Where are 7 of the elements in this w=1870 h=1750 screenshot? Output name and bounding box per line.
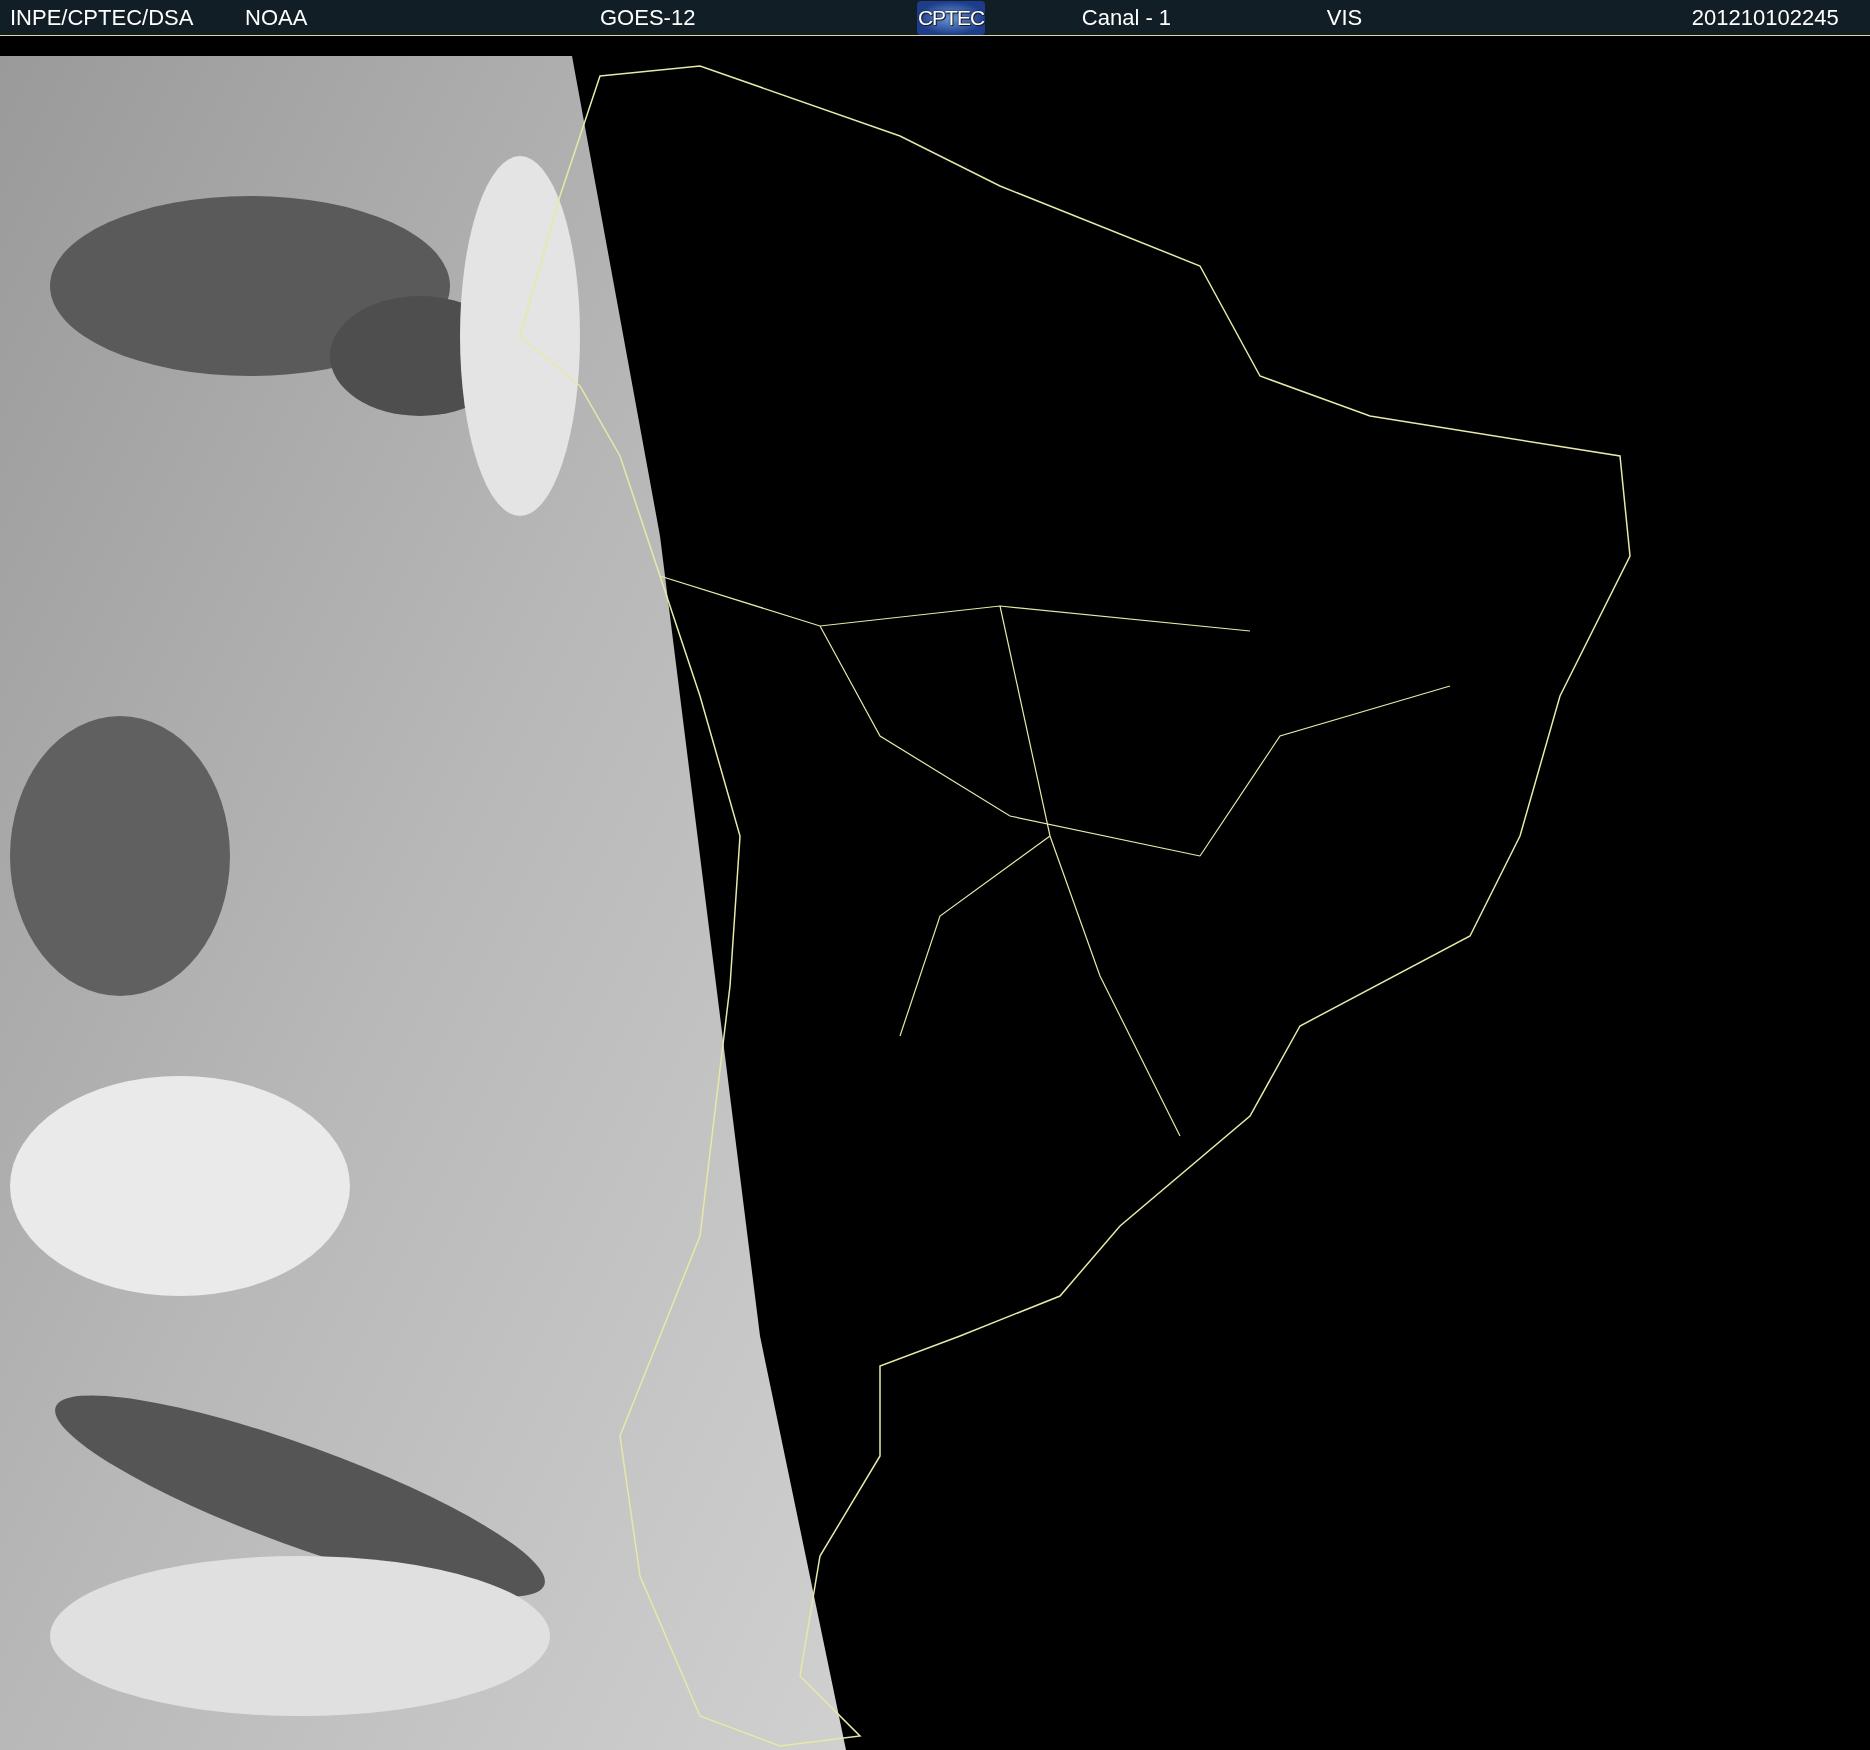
- logo: CPTEC: [917, 0, 985, 35]
- header-label: NOAA: [245, 4, 308, 31]
- header-label: Canal - 1: [1081, 4, 1172, 31]
- header-label: INPE/CPTEC/DSA: [10, 4, 194, 31]
- header-label: GOES-12: [600, 4, 696, 31]
- header-label: VIS: [1326, 4, 1363, 31]
- header-label: 201210102245: [1691, 4, 1839, 31]
